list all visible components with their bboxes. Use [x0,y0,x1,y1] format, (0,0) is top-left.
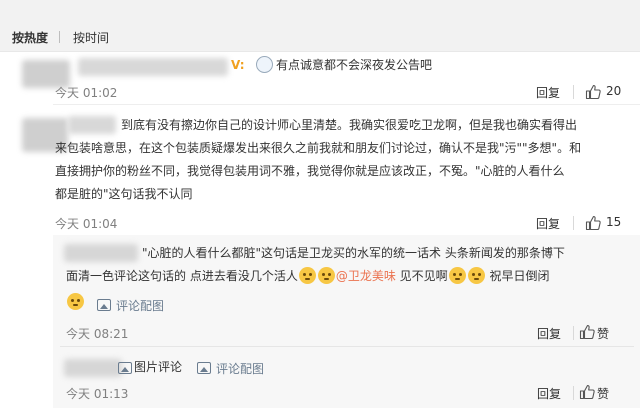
reply-button[interactable]: 回复 [537,385,561,402]
username-blurred [78,58,228,76]
comment-image-link[interactable]: 评论配图 [216,360,264,377]
sort-divider [59,31,60,43]
vip-badge: V: [231,58,245,72]
like-count: 15 [606,215,622,229]
comment-image-link[interactable]: 评论配图 [116,297,164,314]
comment-time: 今天 01:04 [55,217,118,231]
reply-button[interactable]: 回复 [536,84,560,101]
username-blurred [68,116,116,134]
reply-text-line: "心脏的人看什么都脏"这句话是卫龙买的水军的统一话术 头条新闻发的那条博下 [142,246,565,260]
action-divider [573,85,574,99]
reply-text: 面清一色评论这句话的 点进去看没几个活人 [66,269,298,283]
reply-time: 今天 08:21 [66,327,129,341]
like-button[interactable]: 赞 [597,325,609,342]
mention-link[interactable]: @卫龙美味 [336,269,396,283]
emoji-icon [67,293,84,310]
emoji-icon [467,267,485,284]
image-icon [97,299,111,311]
reply-button[interactable]: 回复 [537,325,561,342]
comment-text-line: 直接拥护你的粉丝不同，我觉得包装用词不雅，我觉得你就是应该改正，不冤。"心脏的人… [55,164,565,178]
like-count: 20 [606,84,622,98]
reply-text-line: 面清一色评论这句话的 点进去看没几个活人 @卫龙美味 见不见啊 祝早日倒闭 [66,265,550,288]
comment-time: 今天 01:02 [55,86,118,100]
reply-time: 今天 01:13 [66,387,129,401]
reply-button[interactable]: 回复 [536,215,560,232]
action-divider [573,216,574,230]
like-thumb-icon[interactable] [585,84,601,100]
comment-text: 有点诚意都不会深夜发公告吧 [276,58,433,72]
like-thumb-icon[interactable] [579,324,595,340]
reply-text: 见不见啊 [395,269,448,283]
reply-text-line [66,291,85,314]
action-divider [573,386,574,400]
image-icon [118,362,132,374]
comment-text-line: 都是脏的"这句话我不认同 [55,187,193,201]
comment-text-line: 来包装啥意思，在这个包装质疑爆发出来很久之前我就和朋友们讨论过，确认不是我"污"… [55,141,582,155]
sort-bar: 按热度 按时间 [0,0,640,52]
like-thumb-icon[interactable] [585,215,601,231]
username-blurred [64,244,138,262]
like-button[interactable]: 赞 [597,385,609,402]
like-thumb-icon[interactable] [579,384,595,400]
sort-by-hot-tab[interactable]: 按热度 [12,29,48,46]
reply-text: 祝早日倒闭 [485,269,550,283]
comment-text-line: 到底有没有擦边你自己的设计师心里清楚。我确实很爱吃卫龙啊，但是我也确实看得出 [121,118,578,132]
divider [60,346,634,347]
image-icon [197,362,211,374]
username-blurred [64,359,122,377]
emoji-icon [317,267,335,284]
emoji-icon [256,56,273,73]
emoji-icon [298,267,316,284]
image-comment-label: 图片评论 [134,360,183,374]
sort-by-time-tab[interactable]: 按时间 [73,29,109,46]
emoji-icon [448,267,466,284]
action-divider [573,326,574,340]
divider [53,104,640,105]
